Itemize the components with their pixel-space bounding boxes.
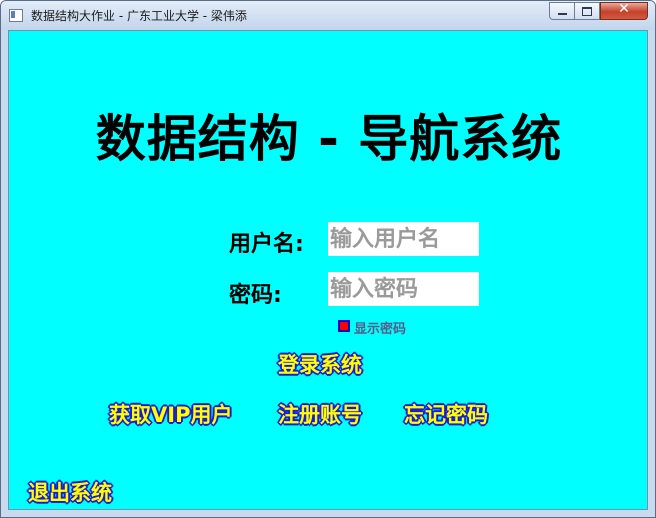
app-window-icon (9, 9, 23, 22)
password-input[interactable] (328, 272, 479, 306)
close-button[interactable]: ✕ (600, 1, 648, 20)
login-button[interactable]: 登录系统 (278, 349, 362, 379)
get-vip-button[interactable]: 获取VIP用户 (109, 399, 232, 429)
show-password-label[interactable]: 显示密码 (354, 318, 406, 337)
title-bar[interactable]: 数据结构大作业 - 广东工业大学 - 梁伟添 ✕ (1, 1, 655, 30)
minimize-button[interactable] (549, 2, 575, 20)
exit-button[interactable]: 退出系统 (28, 477, 112, 507)
page-title: 数据结构 - 导航系统 (95, 110, 563, 168)
minimize-icon (558, 13, 567, 15)
show-password-checkbox[interactable] (338, 320, 350, 332)
password-label: 密码: (229, 283, 282, 308)
username-label: 用户名: (229, 232, 304, 257)
login-panel: 数据结构 - 导航系统 用户名: 密码: 显示密码 登录系统 获取VIP用户 注… (8, 30, 648, 510)
forgot-password-button[interactable]: 忘记密码 (404, 399, 488, 429)
window-title: 数据结构大作业 - 广东工业大学 - 梁伟添 (31, 9, 247, 23)
username-input[interactable] (328, 222, 479, 256)
register-button[interactable]: 注册账号 (278, 399, 362, 429)
app-window: 数据结构大作业 - 广东工业大学 - 梁伟添 ✕ 数据结构 - 导航系统 用户名… (0, 0, 656, 518)
close-icon: ✕ (618, 1, 630, 17)
maximize-icon (582, 7, 592, 16)
maximize-button[interactable] (575, 2, 600, 20)
